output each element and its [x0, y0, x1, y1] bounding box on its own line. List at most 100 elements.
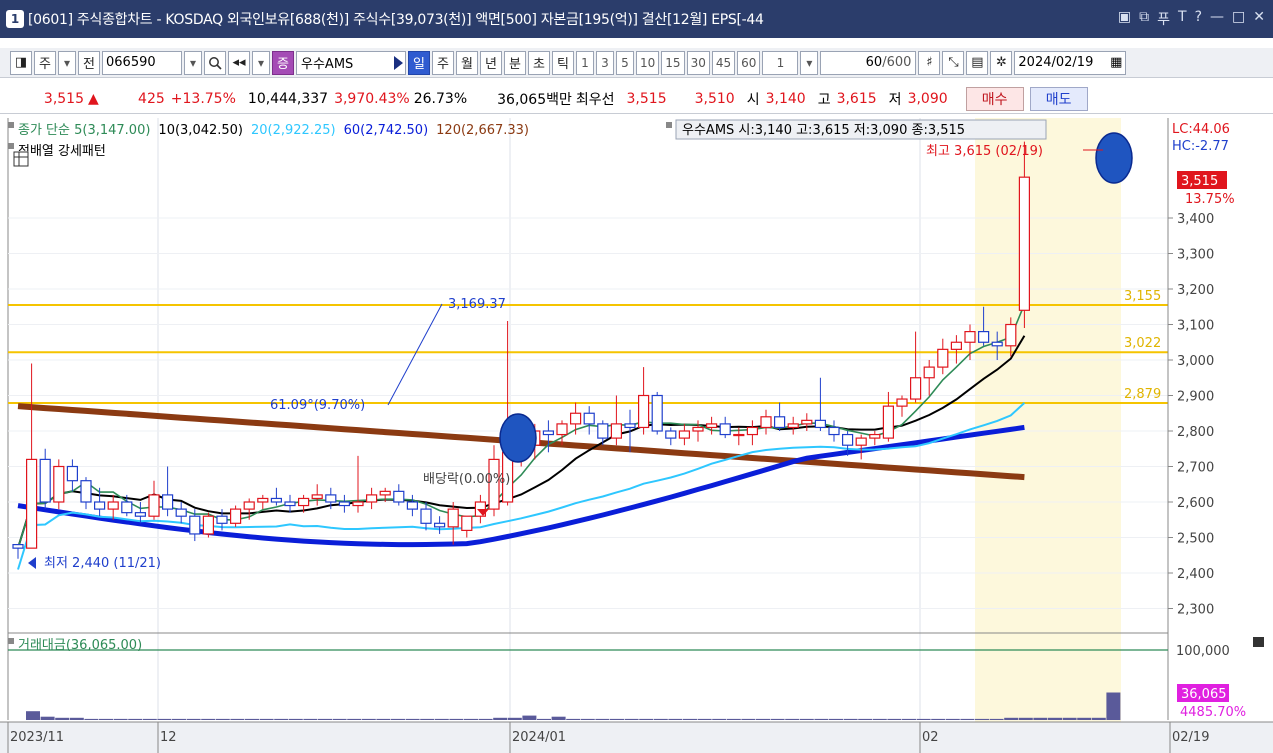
legend-ma120: 120(2,667.33): [436, 123, 529, 138]
low-label: 저: [888, 91, 902, 108]
period-minute-tab[interactable]: 분: [504, 50, 526, 75]
xtick-label-4: 02/19: [1172, 730, 1209, 745]
volume-ratio: 3,970.43%: [334, 90, 410, 107]
volume-bar-5: [99, 718, 113, 720]
layout-icon[interactable]: ◨: [10, 50, 32, 75]
candle-body-60: [828, 426, 840, 436]
up-arrow-icon: ▲: [88, 90, 99, 107]
calendar-icon[interactable]: ▦: [1110, 55, 1122, 70]
code-dropdown-icon[interactable]: ▾: [184, 50, 202, 75]
volume-bar-27: [420, 718, 435, 720]
font-icon[interactable]: T: [1178, 9, 1187, 29]
pin-icon[interactable]: 푸: [1157, 9, 1170, 29]
ytick-label-2300: 2,300: [1177, 603, 1214, 618]
grid-table-icon[interactable]: [13, 151, 29, 167]
interval-5-button[interactable]: 5: [616, 50, 634, 75]
trade-volume: 10,444,337: [247, 90, 329, 107]
candle-body-15: [216, 515, 228, 524]
count-field[interactable]: 60/600: [820, 50, 917, 75]
volume-bar-53: [799, 718, 814, 720]
jeon-button[interactable]: 전: [78, 50, 100, 75]
jeung-badge: 증: [272, 50, 294, 75]
trade-amount: 36,065백만: [497, 91, 572, 108]
volume-bar-52: [785, 718, 800, 720]
candle-body-49: [678, 430, 691, 439]
sell-button[interactable]: 매도: [1029, 86, 1088, 111]
volume-bar-0: [26, 711, 40, 720]
speaker-dropdown-icon[interactable]: ▾: [252, 50, 270, 75]
price-bar: 3,515 ▲ 425 +13.75% 10,444,337 3,970.43%…: [0, 84, 1273, 114]
title-icons: ▣ ⧉ 푸 T ? — □ ✕: [1118, 9, 1273, 29]
search-icon[interactable]: [204, 50, 226, 75]
candle-body-3: [53, 465, 65, 503]
tile-icon[interactable]: ▣: [1118, 9, 1131, 29]
ytick-label-2900: 2,900: [1177, 390, 1214, 405]
minimize-icon[interactable]: —: [1210, 9, 1224, 29]
legend-ma5: 종가 단순 5(3,147.00): [18, 123, 150, 138]
interval-15-button[interactable]: 15: [661, 50, 685, 75]
interval-value-field[interactable]: 1: [762, 50, 799, 75]
volume-bullet-icon: [8, 638, 14, 644]
period-second-tab[interactable]: 초: [528, 50, 550, 75]
volume-panel-close-icon[interactable]: [1253, 637, 1264, 647]
volume-current-value: 36,065: [1181, 687, 1227, 702]
stock-chart[interactable]: 3,155 3,022 2,879 3,169.37 61.09°(9.70%) 배…: [0, 114, 1273, 753]
price-change-pct: +13.75%: [170, 90, 236, 107]
popout-icon[interactable]: ⧉: [1139, 9, 1149, 29]
interval-3-button[interactable]: 3: [596, 50, 614, 75]
help-icon[interactable]: ?: [1195, 9, 1202, 29]
lc-label: LC:44.06: [1172, 122, 1230, 137]
pattern-bullet-icon: [8, 143, 14, 149]
candle-body-19: [270, 497, 282, 503]
candle-body-24: [338, 501, 350, 507]
market-dropdown-icon[interactable]: ▾: [58, 50, 76, 75]
volume-bar-65: [975, 718, 989, 720]
price-change: 425: [138, 90, 165, 107]
stock-name-field[interactable]: 우수AMS: [296, 50, 406, 75]
interval-30-button[interactable]: 30: [686, 50, 710, 75]
period-tick-tab[interactable]: 틱: [552, 50, 574, 75]
window-number-badge[interactable]: 1: [6, 10, 24, 28]
market-ju-button[interactable]: 주: [34, 50, 56, 75]
interval-10-button[interactable]: 10: [636, 50, 660, 75]
volume-bar-55: [829, 718, 843, 720]
maximize-icon[interactable]: □: [1232, 9, 1245, 29]
period-year-tab[interactable]: 년: [480, 50, 502, 75]
candle-body-8: [121, 501, 133, 514]
volume-bar-45: [683, 718, 697, 720]
speaker-icon[interactable]: ◂◂: [228, 50, 250, 75]
volume-axis-label: 100,000: [1176, 644, 1230, 659]
volume-bar-17: [274, 718, 289, 720]
gear-icon[interactable]: ✲: [990, 50, 1013, 75]
candle-body-41: [569, 412, 582, 425]
stock-code-input[interactable]: 066590: [102, 50, 182, 75]
volume-bar-49: [741, 718, 756, 720]
interval-45-button[interactable]: 45: [711, 50, 736, 75]
period-day-tab[interactable]: 일: [408, 50, 430, 75]
candle-body-58: [801, 419, 813, 425]
candle-body-57: [787, 423, 799, 429]
fib-pct-label: 61.09°(9.70%): [270, 398, 365, 413]
draw-tool-icon[interactable]: ⤡: [942, 50, 965, 75]
buy-button[interactable]: 매수: [965, 86, 1024, 111]
close-icon[interactable]: ✕: [1253, 9, 1265, 29]
high-label: 고: [817, 91, 831, 108]
interval-60-button[interactable]: 60: [737, 50, 761, 75]
play-icon[interactable]: [394, 55, 403, 70]
date-axis-bar: [0, 722, 1273, 753]
volume-bar-6: [113, 718, 128, 720]
candle-type-icon[interactable]: ♯: [918, 50, 941, 75]
volume-bar-35: [537, 718, 551, 720]
period-month-tab[interactable]: 월: [456, 50, 478, 75]
volume-bar-58: [872, 718, 887, 720]
candle-body-62: [855, 437, 867, 446]
volume-bar-20: [318, 718, 332, 720]
period-week-tab[interactable]: 주: [432, 50, 454, 75]
candle-body-26: [366, 494, 378, 503]
legend-bullet-icon: [8, 122, 14, 128]
interval-1-button[interactable]: 1: [576, 50, 594, 75]
interval-dropdown-icon[interactable]: ▾: [800, 50, 819, 75]
save-icon[interactable]: ▤: [966, 50, 989, 75]
date-field[interactable]: 2024/02/19 ▦: [1014, 50, 1127, 75]
volume-bar-62: [931, 718, 946, 720]
